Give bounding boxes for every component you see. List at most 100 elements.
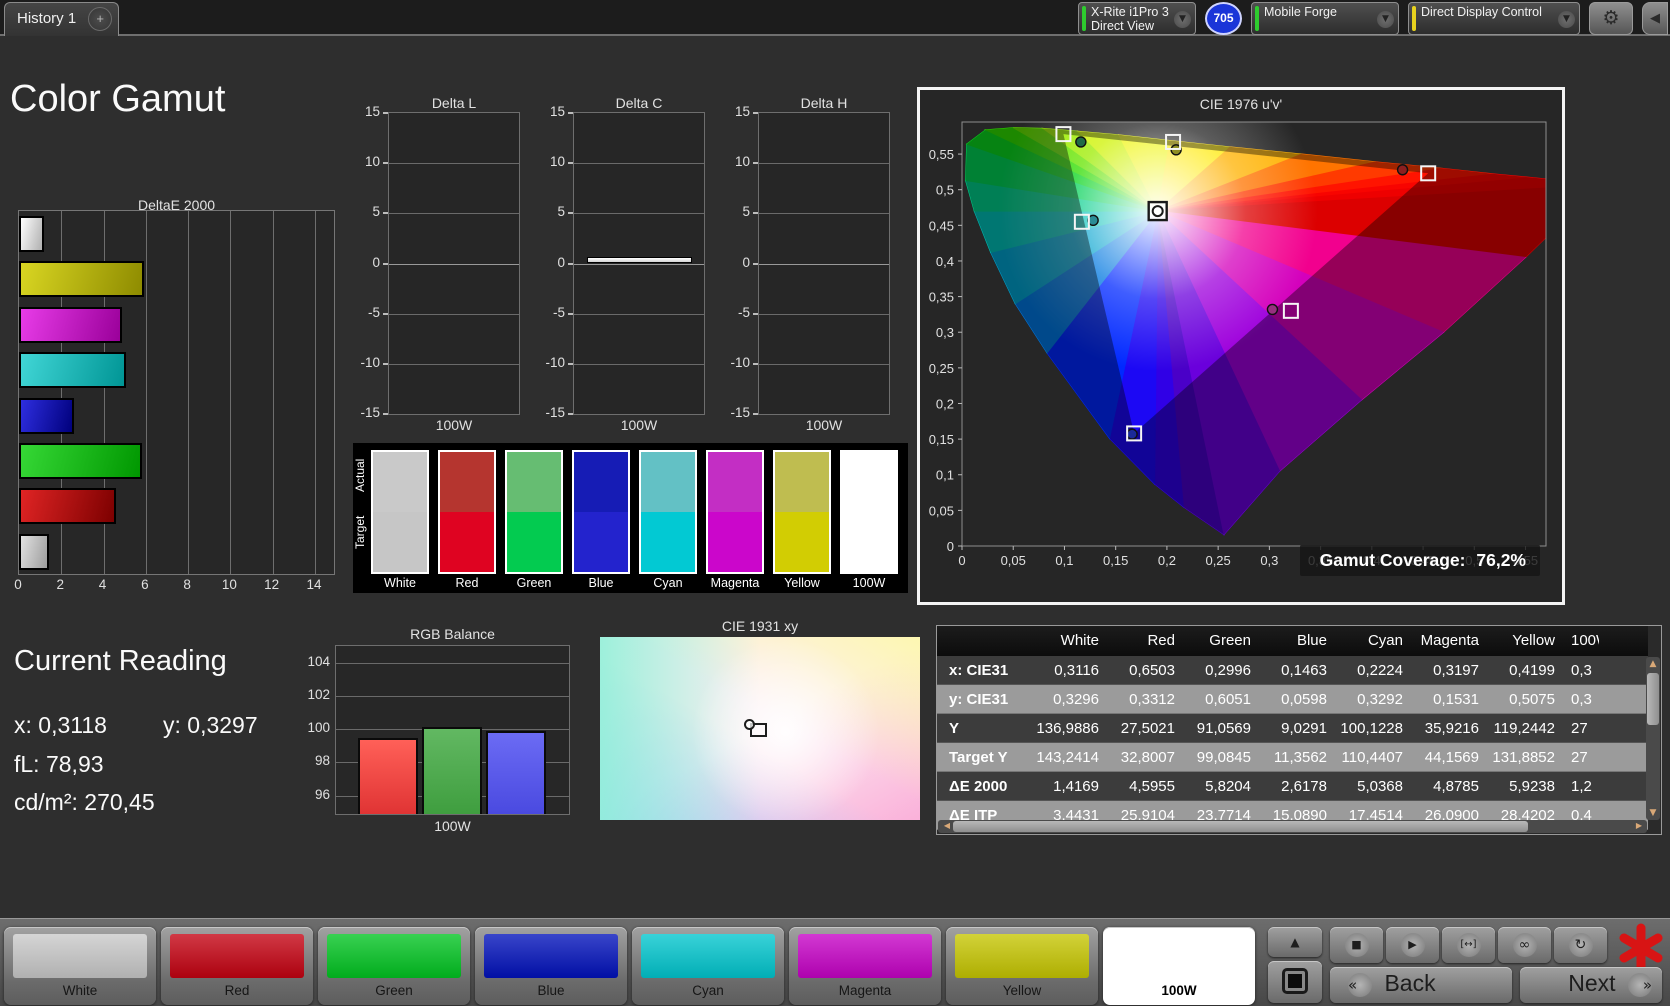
swatch-row-label: Target (353, 515, 367, 549)
collapse-panel-button[interactable]: ◀ (1642, 2, 1668, 35)
back-button[interactable]: « Back (1330, 967, 1512, 1003)
pattern-button-100w[interactable]: 100W (1103, 927, 1255, 1005)
svg-text:0,35: 0,35 (929, 290, 954, 305)
svg-text:0,45: 0,45 (929, 218, 954, 233)
swatch-label: Red (455, 576, 479, 590)
cell: 143,2414 (1036, 749, 1099, 766)
swatch-column-magenta (706, 450, 764, 574)
svg-text:0,2: 0,2 (1158, 553, 1176, 568)
cell: 0,3 (1571, 691, 1592, 708)
gridline (230, 211, 232, 574)
gridline (574, 263, 704, 265)
cell: 0,3296 (1053, 691, 1099, 708)
cell: 1,4169 (1053, 778, 1099, 795)
row-label: Y (949, 720, 960, 737)
svg-text:0,2: 0,2 (936, 396, 954, 411)
column-header-cyan: Cyan (1367, 632, 1403, 649)
svg-text:0,1: 0,1 (936, 468, 954, 483)
table-horizontal-scrollbar[interactable]: ◀ ▶ (938, 820, 1647, 833)
deltae-bar-yellow (19, 261, 145, 298)
axis-tick (753, 162, 758, 165)
gridline (759, 163, 889, 165)
gamut-coverage-label: Gamut Coverage: (1319, 550, 1466, 570)
next-label: Next (1568, 970, 1616, 996)
gridline (389, 313, 519, 315)
play-button[interactable]: ▶ (1386, 927, 1439, 963)
scroll-up-icon[interactable]: ▲ (1646, 659, 1660, 669)
meter-dropdown[interactable]: X-Rite i1Pro 3 Direct View ▼ (1078, 2, 1196, 35)
cell: 32,8007 (1120, 749, 1175, 766)
pattern-button-white[interactable]: White (4, 927, 156, 1005)
pattern-button-magenta[interactable]: Magenta (789, 927, 941, 1005)
top-bar: History 1 + X-Rite i1Pro 3 Direct View ▼… (0, 0, 1670, 36)
refresh-button[interactable]: ↻ (1554, 927, 1607, 963)
gridline (336, 695, 569, 697)
chevron-right-icon: » (1628, 973, 1652, 997)
horizontal-scroll-thumb[interactable] (953, 821, 1528, 832)
source-status-accent (1255, 6, 1259, 31)
current-reading-y: y: 0,3297 (163, 712, 258, 738)
y-tick-label: 15 (364, 104, 380, 119)
rgb-balance-chart (335, 645, 570, 815)
cell: 9,0291 (1281, 720, 1327, 737)
continuous-measure-button[interactable]: ∞ (1498, 927, 1551, 963)
cell: 0,3 (1571, 662, 1592, 679)
pattern-swatch (170, 934, 304, 978)
rgb-balance-title: RGB Balance (410, 626, 495, 642)
current-reading-x: x: 0,3118 (14, 712, 107, 738)
svg-text:0,05: 0,05 (929, 503, 954, 518)
row-label: y: CIE31 (949, 691, 1009, 708)
svg-text:0: 0 (947, 539, 954, 554)
next-button[interactable]: Next » (1520, 967, 1662, 1003)
cell: 0,1531 (1433, 691, 1479, 708)
cie-1976-plot: 0 0,05 0,1 0,15 0,2 0,25 0,3 0,35 0,4 0,45 0,5 0,55… (929, 121, 1547, 568)
pattern-swatch (484, 934, 618, 978)
y-tick-label: 104 (307, 653, 330, 669)
pattern-label: Magenta (838, 983, 892, 998)
target-swatch (574, 512, 628, 572)
pattern-swatch (327, 934, 461, 978)
chevron-down-icon: ▼ (1558, 11, 1575, 28)
cell: 5,8204 (1205, 778, 1251, 795)
cell: 0,3292 (1357, 691, 1403, 708)
pattern-label: 100W (1161, 983, 1197, 998)
swatch-column-white (371, 450, 429, 574)
vertical-scroll-thumb[interactable] (1647, 673, 1659, 725)
pattern-window-up-button[interactable]: ▲ (1268, 927, 1322, 957)
scroll-left-icon[interactable]: ◀ (940, 821, 954, 830)
measure-series-button[interactable]: [↔] (1442, 927, 1495, 963)
source-dropdown[interactable]: Mobile Forge ▼ (1251, 2, 1399, 35)
table-row: Target Y 143,2414 32,8007 99,0845 11,3562 110… (937, 743, 1648, 772)
pattern-label: White (62, 983, 98, 998)
swatch-column-100w (840, 450, 898, 574)
gridline (145, 211, 147, 574)
pattern-button-cyan[interactable]: Cyan (632, 927, 784, 1005)
table-vertical-scrollbar[interactable]: ▲ ▼ (1646, 657, 1660, 820)
pattern-window-button[interactable] (1268, 961, 1322, 1003)
app-window: History 1 + X-Rite i1Pro 3 Direct View ▼… (0, 0, 1670, 1006)
pattern-window-icon (1282, 968, 1308, 994)
scroll-right-icon[interactable]: ▶ (1632, 821, 1646, 830)
display-control-dropdown[interactable]: Direct Display Control ▼ (1408, 2, 1580, 35)
axis-tick (753, 112, 758, 114)
actual-swatch (842, 452, 896, 512)
svg-text:0,05: 0,05 (1001, 553, 1026, 568)
y-tick-label: 5 (742, 204, 750, 220)
svg-text:0,1: 0,1 (1055, 553, 1073, 568)
gridline (574, 163, 704, 165)
y-tick-label: -5 (552, 304, 565, 320)
tab-group: History 1 + (4, 2, 120, 36)
scroll-down-icon[interactable]: ▼ (1646, 808, 1660, 818)
x-tick-label: 4 (98, 577, 107, 592)
pattern-button-yellow[interactable]: Yellow (946, 927, 1098, 1005)
pattern-button-green[interactable]: Green (318, 927, 470, 1005)
cell: 35,9216 (1424, 720, 1479, 737)
stop-button[interactable]: ■ (1330, 927, 1383, 963)
pattern-button-blue[interactable]: Blue (475, 927, 627, 1005)
pattern-button-red[interactable]: Red (161, 927, 313, 1005)
add-tab-button[interactable]: + (88, 7, 113, 31)
meter-status-accent (1082, 6, 1086, 31)
settings-gear-button[interactable]: ⚙ (1589, 2, 1633, 35)
tab-history-1[interactable]: History 1 (5, 3, 88, 36)
y-tick-label: -5 (367, 304, 380, 320)
